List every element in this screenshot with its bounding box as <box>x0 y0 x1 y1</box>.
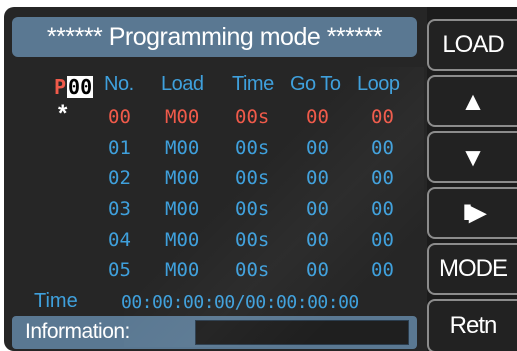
cell-loop[interactable]: 00 <box>371 106 394 128</box>
cell-time[interactable]: 00s <box>235 137 269 159</box>
device-screen: ****** Programming mode ****** P 00 * No.… <box>4 7 517 351</box>
mode-button-label: MODE <box>439 255 508 282</box>
cell-loop[interactable]: 00 <box>371 198 394 220</box>
program-indicator[interactable]: P 00 <box>54 75 94 99</box>
column-header-no: No. <box>104 73 134 95</box>
column-header-goto: Go To <box>290 73 341 95</box>
cell-goto[interactable]: 00 <box>306 198 329 220</box>
cell-no: 05 <box>108 259 131 281</box>
return-button-label: Retn <box>449 312 498 339</box>
cell-time[interactable]: 00s <box>235 198 269 220</box>
information-bar: Information: <box>12 316 417 349</box>
cell-load[interactable]: M00 <box>165 198 199 220</box>
cell-goto[interactable]: 00 <box>306 167 329 189</box>
program-number[interactable]: 00 <box>67 76 94 98</box>
cell-goto[interactable]: 00 <box>306 137 329 159</box>
program-prefix: P <box>54 75 67 99</box>
cell-load[interactable]: M00 <box>165 229 199 251</box>
cell-no: 04 <box>108 229 131 251</box>
cell-no: 03 <box>108 198 131 220</box>
mode-button[interactable]: MODE <box>427 243 517 295</box>
column-header-loop: Loop <box>357 73 400 95</box>
cell-loop[interactable]: 00 <box>371 137 394 159</box>
cell-loop[interactable]: 00 <box>371 259 394 281</box>
pause-play-icon: II▶ <box>462 200 486 225</box>
cell-time[interactable]: 00s <box>235 167 269 189</box>
cell-load[interactable]: M00 <box>165 167 199 189</box>
cell-no: 00 <box>108 106 131 128</box>
cell-load[interactable]: M00 <box>165 137 199 159</box>
load-button[interactable]: LOAD <box>427 19 517 71</box>
up-button[interactable]: ▲ <box>427 75 517 127</box>
load-button-label: LOAD <box>442 31 504 58</box>
cell-loop[interactable]: 00 <box>371 229 394 251</box>
cell-loop[interactable]: 00 <box>371 167 394 189</box>
return-button[interactable]: Retn <box>427 299 517 351</box>
time-readout: 00:00:00:00/00:00:00:00 <box>121 292 359 313</box>
information-label: Information: <box>25 320 130 343</box>
cell-goto[interactable]: 00 <box>306 106 329 128</box>
page-title: ****** Programming mode ****** <box>12 17 417 57</box>
cell-time[interactable]: 00s <box>235 106 269 128</box>
cell-goto[interactable]: 00 <box>306 229 329 251</box>
column-header-time: Time <box>232 73 274 95</box>
time-label: Time <box>34 290 78 312</box>
pause-play-button[interactable]: II▶ <box>427 187 517 239</box>
up-triangle-icon: ▲ <box>460 86 486 116</box>
cell-time[interactable]: 00s <box>235 229 269 251</box>
information-field <box>195 320 409 345</box>
down-triangle-icon: ▼ <box>460 142 486 172</box>
cell-goto[interactable]: 00 <box>306 259 329 281</box>
cell-load[interactable]: M00 <box>165 106 199 128</box>
cell-no: 01 <box>108 137 131 159</box>
column-header-load: Load <box>161 73 204 95</box>
cell-no: 02 <box>108 167 131 189</box>
current-step-marker: * <box>58 100 68 127</box>
cell-load[interactable]: M00 <box>165 259 199 281</box>
cell-time[interactable]: 00s <box>235 259 269 281</box>
side-button-panel: LOAD ▲ ▼ II▶ MODE Retn <box>427 7 517 351</box>
down-button[interactable]: ▼ <box>427 131 517 183</box>
